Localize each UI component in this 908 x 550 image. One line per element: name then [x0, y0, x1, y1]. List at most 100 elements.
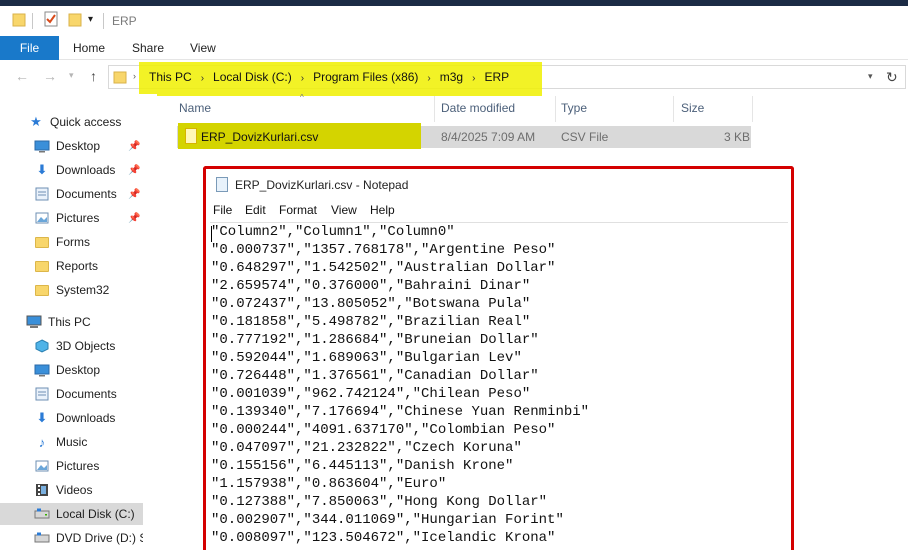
column-divider[interactable]	[752, 96, 753, 122]
notepad-title-bar[interactable]: ERP_DovizKurlari.csv - Notepad	[206, 169, 791, 199]
sidebar-item-desktop[interactable]: Desktop 📌	[0, 135, 143, 157]
up-arrow-icon[interactable]: ↑	[90, 68, 97, 84]
sidebar-item-label: 3D Objects	[56, 339, 116, 353]
sidebar-item-documents[interactable]: Documents 📌	[0, 183, 143, 205]
documents-icon	[34, 186, 50, 202]
chevron-right-icon[interactable]: ›	[427, 73, 430, 84]
sidebar-item-label: Pictures	[56, 211, 100, 225]
file-size: 3 KB	[724, 130, 751, 144]
customize-toolbar-icon[interactable]: ▾	[88, 14, 93, 25]
folder-icon	[34, 282, 50, 298]
text-line: "0.002907","344.011069","Hungarian Forin…	[211, 512, 564, 528]
computer-icon	[26, 314, 42, 330]
sidebar-item-system32[interactable]: System32	[0, 279, 143, 301]
sidebar-item-forms[interactable]: Forms	[0, 231, 143, 253]
sidebar-item-documents-pc[interactable]: Documents	[0, 383, 143, 405]
file-name[interactable]: ERP_DovizKurlari.csv	[201, 130, 318, 144]
breadcrumb-m3g[interactable]: m3g	[440, 70, 463, 84]
sidebar-item-label: Desktop	[56, 363, 101, 377]
pin-icon[interactable]: 📌	[128, 141, 140, 152]
download-icon: ⬇	[36, 162, 48, 177]
ribbon-file-tab[interactable]: File	[0, 36, 59, 60]
sidebar-item-label: Downloads	[56, 411, 116, 425]
sidebar-item-3d-objects[interactable]: 3D Objects	[0, 335, 143, 357]
sidebar-item-videos[interactable]: Videos	[0, 479, 143, 501]
breadcrumb-this-pc[interactable]: This PC	[149, 70, 192, 84]
folder-icon	[34, 258, 50, 274]
sidebar-item-local-disk[interactable]: Local Disk (C:)	[0, 503, 143, 525]
recent-locations-icon[interactable]: ▾	[69, 70, 74, 81]
properties-icon[interactable]	[44, 11, 58, 30]
pin-icon[interactable]: 📌	[128, 165, 140, 176]
sidebar-item-label: Desktop	[56, 139, 101, 153]
text-line: "0.181858","5.498782","Brazilian Real"	[211, 314, 531, 330]
breadcrumb-erp[interactable]: ERP	[484, 70, 509, 84]
column-divider[interactable]	[555, 96, 556, 122]
notepad-text-area[interactable]: "Column2","Column1","Column0" "0.000737"…	[210, 222, 788, 550]
column-header-type[interactable]: Type	[561, 101, 587, 121]
address-dropdown-icon[interactable]: ▾	[868, 71, 873, 82]
menu-edit[interactable]: Edit	[245, 203, 266, 217]
text-line: "2.659574","0.376000","Bahraini Dinar"	[211, 278, 531, 294]
sort-chevron-up-icon: ^	[300, 93, 304, 102]
sidebar-item-pictures[interactable]: Pictures 📌	[0, 207, 143, 229]
chevron-right-icon[interactable]: ›	[301, 73, 304, 84]
file-date-modified: 8/4/2025 7:09 AM	[441, 130, 536, 144]
navigation-pane: ★ Quick access Desktop 📌 ⬇ Downloads 📌 D…	[0, 94, 155, 550]
sidebar-item-music[interactable]: ♪ Music	[0, 431, 143, 453]
sidebar-item-dvd-drive[interactable]: DVD Drive (D:) SS	[0, 527, 155, 549]
ribbon-tab-home[interactable]: Home	[73, 36, 105, 60]
column-header-name[interactable]: Name	[179, 101, 211, 121]
forward-arrow-icon[interactable]: →	[43, 68, 57, 84]
sidebar-item-reports[interactable]: Reports	[0, 255, 143, 277]
pictures-icon	[34, 210, 50, 226]
sidebar-item-label: Local Disk (C:)	[56, 507, 135, 521]
music-icon: ♪	[38, 434, 46, 450]
refresh-icon[interactable]: ↻	[886, 69, 898, 86]
pin-icon[interactable]: 📌	[128, 189, 140, 200]
text-line: "0.072437","13.805052","Botswana Pula"	[211, 296, 531, 312]
sidebar-scrollbar[interactable]	[143, 94, 157, 550]
sidebar-item-label: Music	[56, 435, 88, 449]
text-line: "0.726448","1.376561","Canadian Dollar"	[211, 368, 539, 384]
menu-format[interactable]: Format	[279, 203, 317, 217]
sidebar-item-label: Pictures	[56, 459, 100, 473]
chevron-right-icon[interactable]: ›	[472, 73, 475, 84]
sidebar-item-this-pc[interactable]: This PC	[0, 311, 143, 333]
ribbon-tab-view[interactable]: View	[190, 36, 216, 60]
sidebar-item-quick-access[interactable]: ★ Quick access	[0, 111, 143, 133]
breadcrumb-program-files[interactable]: Program Files (x86)	[313, 70, 418, 84]
text-line: "0.777192","1.286684","Bruneian Dollar"	[211, 332, 539, 348]
sidebar-item-downloads-pc[interactable]: ⬇ Downloads	[0, 407, 143, 429]
breadcrumb-local-disk[interactable]: Local Disk (C:)	[213, 70, 292, 84]
sidebar-item-label: Downloads	[56, 163, 116, 177]
column-header-size[interactable]: Size	[681, 101, 704, 121]
column-divider[interactable]	[434, 96, 435, 122]
title-separator	[103, 13, 104, 29]
menu-view[interactable]: View	[331, 203, 357, 217]
chevron-right-icon[interactable]: ›	[201, 73, 204, 84]
column-header-date-modified[interactable]: Date modified	[441, 101, 515, 121]
drive-icon	[34, 506, 50, 522]
sidebar-item-label: This PC	[48, 315, 91, 329]
back-arrow-icon[interactable]: ←	[15, 68, 29, 84]
star-icon: ★	[30, 114, 42, 129]
sidebar-item-label: Reports	[56, 259, 99, 273]
new-folder-icon[interactable]	[68, 11, 82, 30]
csv-file-icon	[185, 128, 197, 144]
address-row: ← → ▾ ↑ › This PC › Local Disk (C:) › Progra…	[0, 60, 908, 96]
text-line: "0.155156","6.445113","Danish Krone"	[211, 458, 514, 474]
breadcrumb-root-chevron-icon[interactable]: ›	[133, 71, 136, 81]
menu-file[interactable]: File	[213, 203, 232, 217]
pin-icon[interactable]: 📌	[128, 213, 140, 224]
sidebar-item-downloads[interactable]: ⬇ Downloads 📌	[0, 159, 143, 181]
sidebar-item-pictures-pc[interactable]: Pictures	[0, 455, 143, 477]
menu-help[interactable]: Help	[370, 203, 395, 217]
videos-icon	[34, 482, 50, 498]
column-divider[interactable]	[673, 96, 674, 122]
desktop-icon	[34, 362, 50, 378]
ribbon: File Home Share View	[0, 36, 908, 60]
sidebar-item-desktop-pc[interactable]: Desktop	[0, 359, 143, 381]
ribbon-tab-share[interactable]: Share	[132, 36, 164, 60]
text-line: "0.648297","1.542502","Australian Dollar…	[211, 260, 556, 276]
